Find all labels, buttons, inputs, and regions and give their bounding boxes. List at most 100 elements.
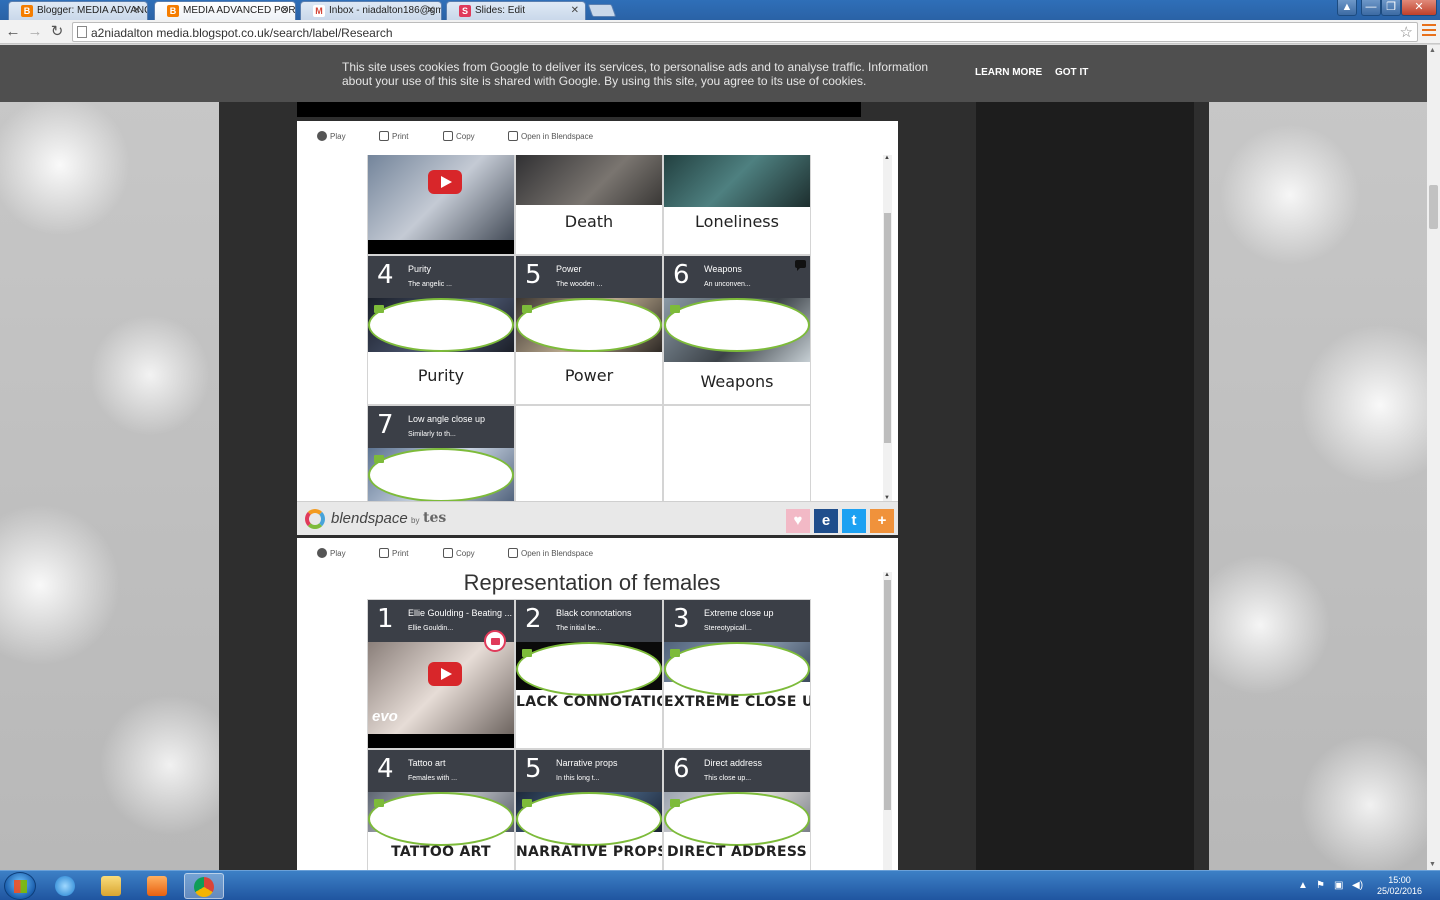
copy-button[interactable]: Copy bbox=[443, 548, 475, 558]
play-button[interactable]: Play bbox=[317, 131, 346, 141]
tab-media-advanced[interactable]: B MEDIA ADVANCED PORTF ✕ bbox=[154, 1, 296, 20]
add-share-icon[interactable]: + bbox=[870, 509, 894, 533]
comment-icon[interactable] bbox=[795, 260, 806, 271]
play-icon bbox=[317, 548, 327, 558]
tile-tattoo-art[interactable]: 4 Tattoo art Females with ... TATTOO ART bbox=[367, 749, 515, 870]
brand-name[interactable]: blendspace bbox=[331, 510, 408, 527]
tray-expand-icon[interactable]: ▲ bbox=[1298, 880, 1308, 891]
tile-loneliness[interactable]: Loneliness bbox=[663, 155, 811, 255]
print-button[interactable]: Print bbox=[379, 131, 408, 141]
scroll-thumb[interactable] bbox=[884, 580, 891, 810]
blendspace-widget-2: Play Print Copy Open in Blendspace Repre… bbox=[297, 538, 898, 870]
taskbar-ie[interactable] bbox=[46, 873, 86, 899]
copy-button[interactable]: Copy bbox=[443, 131, 475, 141]
like-heart-icon[interactable]: ♥ bbox=[786, 509, 810, 533]
bookmark-star-icon[interactable]: ☆ bbox=[1400, 23, 1413, 41]
scroll-up-icon[interactable]: ▲ bbox=[884, 155, 890, 161]
reload-icon[interactable]: ↻ bbox=[48, 23, 66, 41]
browser-toolbar: ← → ↻ a2niadalton media.blogspot.co.uk/s… bbox=[0, 20, 1440, 44]
image-badge-icon bbox=[516, 298, 662, 352]
tile-header: 6 Direct address This close up... bbox=[664, 750, 810, 792]
url-text[interactable]: a2niadalton media.blogspot.co.uk/search/… bbox=[91, 26, 393, 40]
twitter-icon[interactable]: t bbox=[842, 509, 866, 533]
tile-caption: Purity bbox=[417, 366, 465, 385]
start-button[interactable] bbox=[4, 872, 36, 900]
scroll-up-icon[interactable]: ▲ bbox=[884, 572, 890, 578]
print-button[interactable]: Print bbox=[379, 548, 408, 558]
tile-narrative-props[interactable]: 5 Narrative props In this long t... NARR… bbox=[515, 749, 663, 870]
got-it-button[interactable]: GOT IT bbox=[1055, 67, 1088, 78]
address-bar[interactable]: a2niadalton media.blogspot.co.uk/search/… bbox=[72, 22, 1418, 42]
edmodo-icon[interactable]: e bbox=[814, 509, 838, 533]
open-in-blendspace-button[interactable]: Open in Blendspace bbox=[508, 548, 593, 558]
close-icon[interactable]: ✕ bbox=[281, 2, 289, 20]
tile-header: 3 Extreme close up Stereotypicall... bbox=[664, 600, 810, 642]
new-tab-button[interactable] bbox=[587, 4, 617, 17]
scroll-thumb[interactable] bbox=[884, 213, 891, 443]
tile-caption: Weapons bbox=[700, 372, 774, 391]
taskbar-media-player[interactable] bbox=[138, 873, 178, 899]
page-scrollbar[interactable]: ▲ ▼ bbox=[1427, 45, 1440, 870]
tile-video[interactable] bbox=[367, 155, 515, 255]
learn-more-button[interactable]: LEARN MORE bbox=[975, 67, 1042, 78]
tile-title: Narrative props bbox=[556, 758, 618, 768]
user-icon[interactable]: ▲ bbox=[1337, 0, 1357, 16]
tile-ellie-goulding[interactable]: 1 Ellie Goulding - Beating ... Ellie Gou… bbox=[367, 599, 515, 749]
tab-blogger[interactable]: B Blogger: MEDIA ADVANCE ✕ bbox=[8, 1, 148, 20]
close-icon[interactable]: ✕ bbox=[133, 2, 141, 20]
network-icon[interactable]: ▣ bbox=[1334, 880, 1343, 891]
widget-scrollbar[interactable]: ▲ ▼ bbox=[883, 155, 892, 501]
back-icon[interactable]: ← bbox=[4, 23, 22, 41]
tile-header: 2 Black connotations The initial be... bbox=[516, 600, 662, 642]
tile-weapons[interactable]: 6 Weapons An unconven... Weapons bbox=[663, 255, 811, 405]
play-button[interactable]: Play bbox=[317, 548, 346, 558]
video-strip bbox=[297, 102, 861, 117]
forward-icon[interactable]: → bbox=[26, 23, 44, 41]
youtube-play-icon[interactable] bbox=[428, 170, 462, 194]
tile-title: Extreme close up bbox=[704, 608, 774, 618]
tile-extreme-close-up[interactable]: 3 Extreme close up Stereotypicall... EXT… bbox=[663, 599, 811, 749]
widget-title: Representation of females bbox=[463, 570, 721, 595]
page-scroll-thumb[interactable] bbox=[1429, 185, 1438, 229]
menu-icon[interactable] bbox=[1422, 24, 1436, 38]
taskbar-chrome[interactable] bbox=[184, 873, 224, 899]
tile-subtitle: In this long t... bbox=[556, 775, 600, 782]
flag-icon[interactable]: ⚑ bbox=[1316, 880, 1325, 891]
tile-header: 4 Tattoo art Females with ... bbox=[368, 750, 514, 792]
tes-logo[interactable]: tes bbox=[423, 510, 446, 526]
close-window-button[interactable]: ✕ bbox=[1401, 0, 1437, 16]
volume-icon[interactable]: ◀) bbox=[1352, 880, 1363, 891]
tile-caption: Power bbox=[564, 366, 614, 385]
tab-inbox[interactable]: M Inbox - niadalton186@gm ✕ bbox=[300, 1, 442, 20]
close-icon[interactable]: ✕ bbox=[571, 2, 579, 20]
widget-scrollbar[interactable]: ▲ bbox=[883, 572, 892, 870]
maximize-button[interactable]: ❐ bbox=[1381, 0, 1401, 16]
tab-slides[interactable]: S Slides: Edit ✕ bbox=[446, 1, 586, 20]
scroll-up-icon[interactable]: ▲ bbox=[1429, 47, 1436, 54]
media-player-icon bbox=[147, 876, 167, 896]
copy-icon bbox=[443, 548, 453, 558]
taskbar-explorer[interactable] bbox=[92, 873, 132, 899]
open-in-blendspace-button[interactable]: Open in Blendspace bbox=[508, 131, 593, 141]
tile-number: 4 bbox=[377, 260, 394, 290]
tile-subtitle: An unconven... bbox=[704, 281, 751, 288]
tile-power[interactable]: 5 Power The wooden ... Power bbox=[515, 255, 663, 405]
tile-low-angle[interactable]: 7 Low angle close up Similarly to th... bbox=[367, 405, 515, 501]
tile-caption: NARRATIVE PROPS bbox=[516, 844, 663, 860]
scroll-down-icon[interactable]: ▼ bbox=[1429, 861, 1436, 868]
minimize-button[interactable]: — bbox=[1361, 0, 1381, 16]
close-icon[interactable]: ✕ bbox=[427, 2, 435, 20]
tile-title: Tattoo art bbox=[408, 758, 446, 768]
system-clock[interactable]: 15:00 25/02/2016 bbox=[1377, 875, 1422, 897]
tile-title: Black connotations bbox=[556, 608, 632, 618]
tile-black-connotations[interactable]: 2 Black connotations The initial be... L… bbox=[515, 599, 663, 749]
lesson-grid-1: Death Loneliness 4 Purity The angelic ..… bbox=[367, 155, 812, 501]
tile-purity[interactable]: 4 Purity The angelic ... Purity bbox=[367, 255, 515, 405]
tile-number: 6 bbox=[673, 754, 690, 784]
tile-title: Ellie Goulding - Beating ... bbox=[408, 608, 513, 618]
tile-direct-address[interactable]: 6 Direct address This close up... DIRECT… bbox=[663, 749, 811, 870]
copy-icon bbox=[443, 131, 453, 141]
youtube-play-icon[interactable] bbox=[428, 662, 462, 686]
tile-death[interactable]: Death bbox=[515, 155, 663, 255]
tile-subtitle: The angelic ... bbox=[408, 281, 452, 288]
